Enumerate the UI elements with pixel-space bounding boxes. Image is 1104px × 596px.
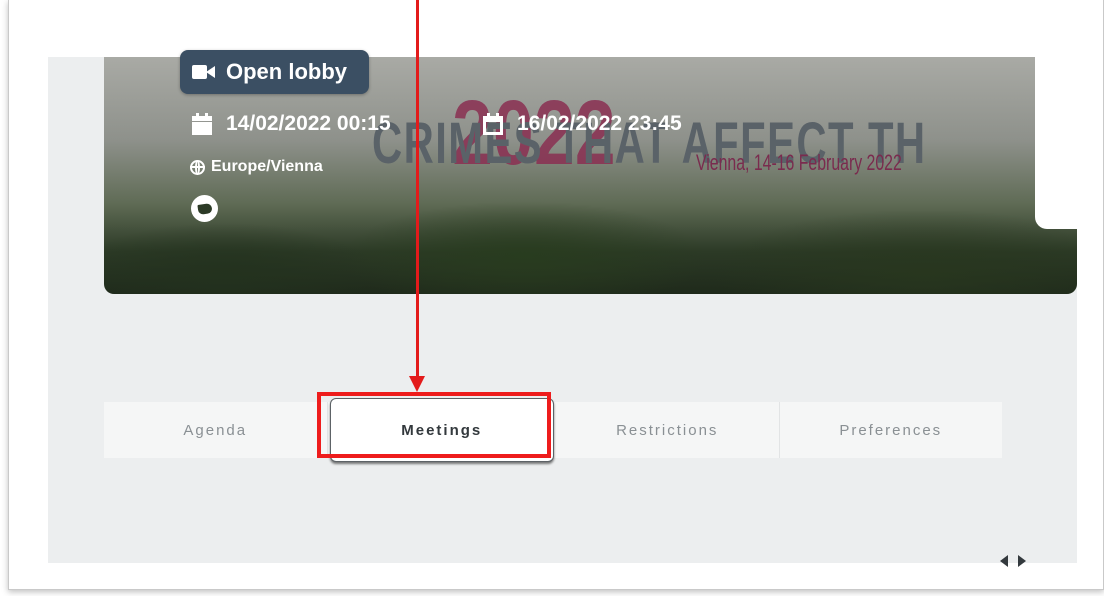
tab-agenda[interactable]: Agenda (104, 402, 328, 458)
open-lobby-button[interactable]: Open lobby (180, 50, 369, 94)
hero-notch (1035, 57, 1077, 229)
globe-icon (190, 159, 205, 175)
twitter-icon[interactable] (191, 195, 218, 222)
chevron-left-icon[interactable] (1000, 555, 1008, 567)
video-camera-icon (192, 64, 216, 80)
end-date: 16/02/2022 23:45 (483, 112, 682, 136)
start-date-text: 14/02/2022 00:15 (226, 112, 391, 135)
end-date-text: 16/02/2022 23:45 (517, 112, 682, 135)
calendar-icon (192, 113, 212, 135)
open-lobby-label: Open lobby (226, 59, 347, 84)
annotation-highlight-box (317, 392, 551, 458)
event-tabs: Agenda Meetings Restrictions Preferences (104, 398, 1003, 462)
tab-restrictions[interactable]: Restrictions (556, 402, 780, 458)
start-date: 14/02/2022 00:15 (192, 112, 391, 136)
tab-preferences[interactable]: Preferences (780, 402, 1003, 458)
carousel-controls (1000, 555, 1026, 567)
hero-subtitle: Vienna, 14-16 February 2022 (696, 150, 902, 175)
calendar-outline-icon (483, 113, 503, 135)
timezone: Europe/Vienna (190, 158, 323, 176)
annotation-arrow-head (409, 376, 425, 392)
chevron-right-icon[interactable] (1018, 555, 1026, 567)
timezone-text: Europe/Vienna (211, 158, 323, 175)
annotation-arrow (416, 0, 419, 378)
